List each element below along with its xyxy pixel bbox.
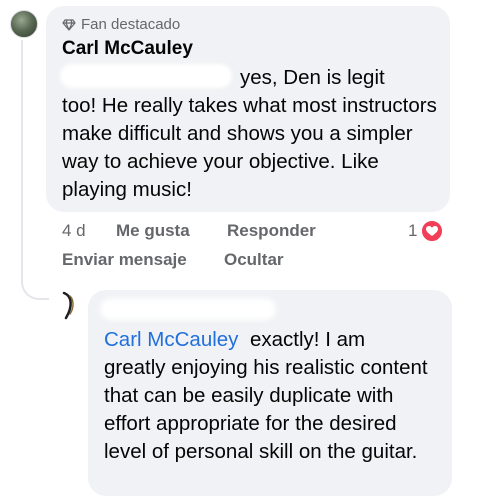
comment-author-name[interactable]: Carl McCauley: [62, 38, 193, 60]
reply-button[interactable]: Responder: [227, 221, 316, 241]
heart-icon: [420, 219, 445, 243]
reaction-count: 1: [408, 221, 418, 240]
like-button[interactable]: Me gusta: [116, 221, 190, 241]
redacted-mention: [60, 64, 232, 88]
reply-text-line1: exactly! I am: [250, 328, 366, 351]
comment-text: too! He really takes what most instructo…: [62, 94, 437, 201]
reply-mention-link[interactable]: Carl McCauley: [104, 326, 238, 354]
thread-connector-curve: [21, 270, 49, 300]
reaction-summary[interactable]: 1: [408, 219, 445, 243]
thread-connector-line: [21, 40, 23, 280]
reply-text: greatly enjoying his realistic content t…: [104, 356, 428, 463]
send-message-button[interactable]: Enviar mensaje: [62, 250, 187, 270]
top-fan-badge: Fan destacado: [62, 16, 180, 33]
reply-avatar[interactable]: [60, 290, 82, 322]
commenter-avatar[interactable]: [10, 10, 38, 38]
badge-label: Fan destacado: [81, 16, 181, 33]
hide-button[interactable]: Ocultar: [224, 250, 284, 270]
redacted-reply-author: [100, 298, 276, 320]
comment-text-line1: yes, Den is legit: [240, 66, 385, 89]
diamond-icon: [62, 18, 76, 31]
comment-timestamp[interactable]: 4 d: [62, 221, 86, 241]
